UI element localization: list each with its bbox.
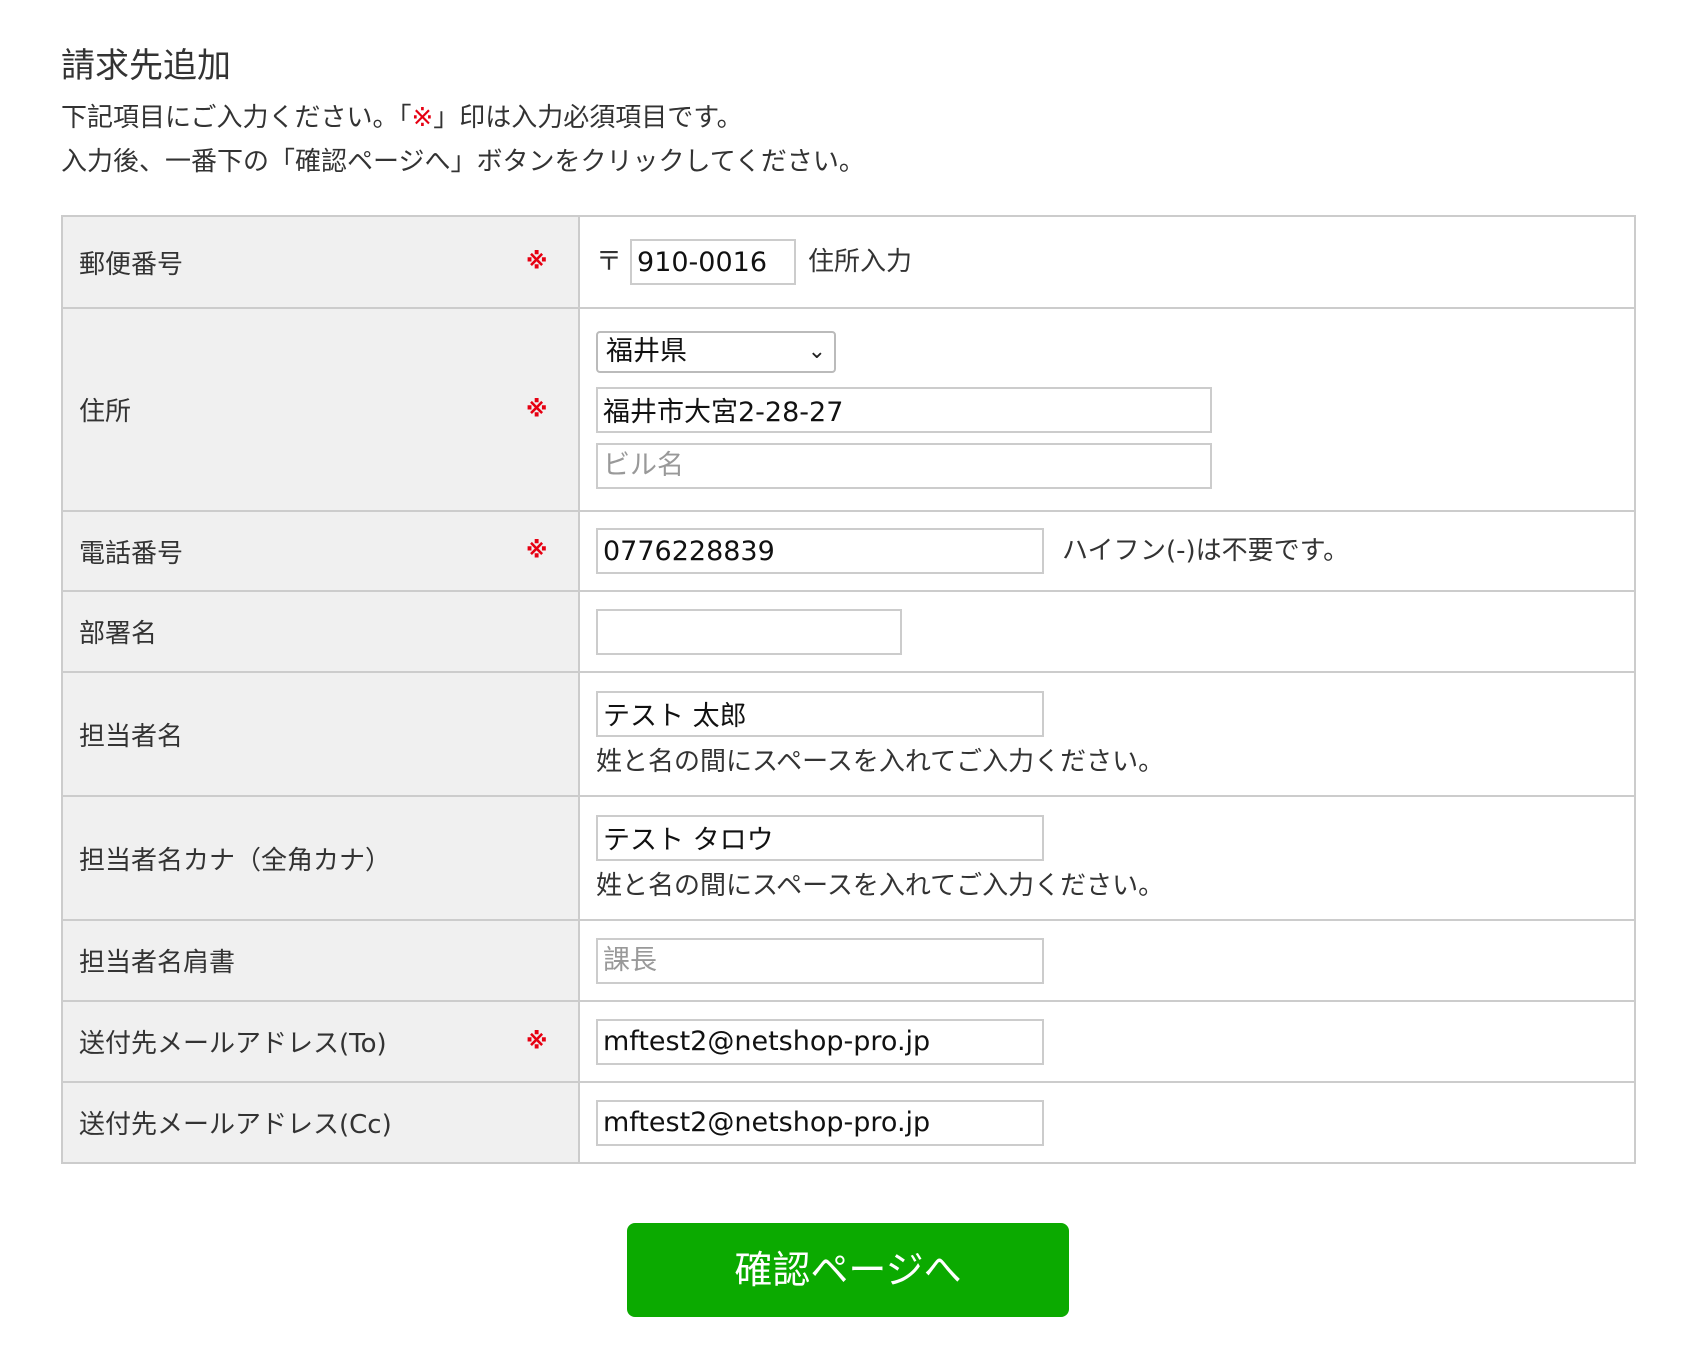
contact-title-input[interactable] <box>596 937 1044 984</box>
billing-form-table: 郵便番号 ※ 〒 住所入力 住所 ※ 福井県 ⌄ <box>61 215 1636 1164</box>
label-department: 部署名 <box>61 590 580 673</box>
confirm-page-button[interactable]: 確認ページへ <box>627 1223 1069 1317</box>
required-mark: ※ <box>526 249 548 275</box>
row-postal: 郵便番号 ※ 〒 住所入力 <box>61 215 1636 309</box>
required-mark: ※ <box>526 538 548 564</box>
intro-text-1: 下記項目にご入力ください。「※」印は入力必須項目です。 <box>61 98 743 138</box>
postal-code-input[interactable] <box>630 239 797 285</box>
row-contact-kana: 担当者名カナ（全角カナ） 姓と名の間にスペースを入れてご入力ください。 <box>61 795 1636 921</box>
field-department <box>578 590 1636 673</box>
phone-note: ハイフン(-)は不要です。 <box>1062 535 1350 566</box>
contact-name-input[interactable] <box>596 690 1044 737</box>
email-cc-input[interactable] <box>596 1099 1044 1146</box>
label-contact-kana: 担当者名カナ（全角カナ） <box>61 795 580 921</box>
department-input[interactable] <box>596 608 902 655</box>
field-address: 福井県 ⌄ <box>578 307 1636 512</box>
required-mark: ※ <box>526 397 548 422</box>
row-department: 部署名 <box>61 590 1636 673</box>
label-phone: 電話番号 ※ <box>61 510 580 592</box>
label-email-cc: 送付先メールアドレス(Cc) <box>61 1081 580 1164</box>
label-address-text: 住所 <box>79 397 132 427</box>
phone-input[interactable] <box>596 528 1044 574</box>
field-email-cc <box>578 1081 1636 1164</box>
field-email-to <box>578 1000 1636 1083</box>
field-phone: ハイフン(-)は不要です。 <box>578 510 1636 592</box>
field-contact-title <box>578 919 1636 1002</box>
postal-symbol: 〒 <box>596 246 623 277</box>
intro-text-1-pre: 下記項目にご入力ください。「 <box>61 103 412 133</box>
address-lookup-link[interactable]: 住所入力 <box>808 247 912 277</box>
label-postal: 郵便番号 ※ <box>61 215 580 309</box>
prefecture-selected: 福井県 <box>606 335 687 367</box>
field-contact-name: 姓と名の間にスペースを入れてご入力ください。 <box>578 671 1636 797</box>
label-contact-name-text: 担当者名 <box>79 721 184 752</box>
label-contact-title: 担当者名肩書 <box>61 919 580 1002</box>
chevron-down-icon: ⌄ <box>807 338 826 364</box>
label-email-to-text: 送付先メールアドレス(To) <box>79 1029 387 1059</box>
row-address: 住所 ※ 福井県 ⌄ <box>61 307 1636 512</box>
intro-text-1-post: 」印は入力必須項目です。 <box>433 103 743 133</box>
label-email-to: 送付先メールアドレス(To) ※ <box>61 1000 580 1083</box>
intro-required-mark: ※ <box>411 103 434 133</box>
field-postal: 〒 住所入力 <box>578 215 1636 309</box>
label-phone-text: 電話番号 <box>79 538 184 569</box>
label-department-text: 部署名 <box>79 619 158 649</box>
required-mark: ※ <box>526 1029 548 1054</box>
email-to-input[interactable] <box>596 1018 1044 1065</box>
label-email-cc-text: 送付先メールアドレス(Cc) <box>79 1110 392 1140</box>
building-name-input[interactable] <box>596 442 1212 489</box>
contact-kana-note: 姓と名の間にスペースを入れてご入力ください。 <box>596 870 1165 901</box>
row-phone: 電話番号 ※ ハイフン(-)は不要です。 <box>61 510 1636 592</box>
label-address: 住所 ※ <box>61 307 580 512</box>
contact-kana-input[interactable] <box>596 814 1044 861</box>
intro-text-2: 入力後、一番下の「確認ページへ」ボタンをクリックしてください。 <box>61 147 865 177</box>
address-line1-input[interactable] <box>596 386 1212 433</box>
label-contact-kana-text: 担当者名カナ（全角カナ） <box>79 845 392 876</box>
prefecture-select[interactable]: 福井県 ⌄ <box>596 330 836 373</box>
row-contact-title: 担当者名肩書 <box>61 919 1636 1002</box>
page-title: 請求先追加 <box>61 46 231 86</box>
row-email-cc: 送付先メールアドレス(Cc) <box>61 1081 1636 1164</box>
label-postal-text: 郵便番号 <box>79 249 184 280</box>
row-contact-name: 担当者名 姓と名の間にスペースを入れてご入力ください。 <box>61 671 1636 797</box>
label-contact-title-text: 担当者名肩書 <box>79 948 236 978</box>
row-email-to: 送付先メールアドレス(To) ※ <box>61 1000 1636 1083</box>
contact-name-note: 姓と名の間にスペースを入れてご入力ください。 <box>596 746 1165 777</box>
field-contact-kana: 姓と名の間にスペースを入れてご入力ください。 <box>578 795 1636 921</box>
label-contact-name: 担当者名 <box>61 671 580 797</box>
